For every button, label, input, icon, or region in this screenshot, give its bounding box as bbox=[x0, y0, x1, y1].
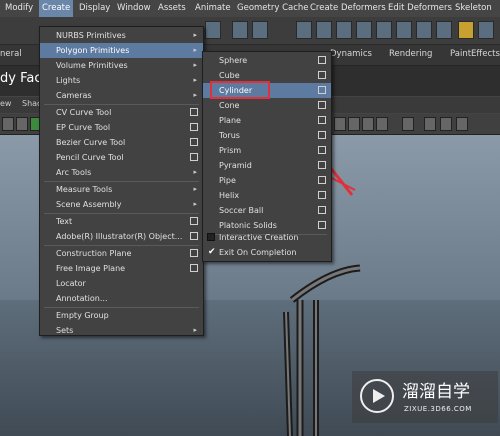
checkmark-icon[interactable]: ✔ bbox=[208, 245, 216, 260]
menu-item-bezier-curve-tool[interactable]: Bezier Curve Tool bbox=[40, 135, 203, 150]
menu-item-text[interactable]: Text bbox=[40, 214, 203, 229]
menu-item-plane[interactable]: Plane bbox=[203, 113, 331, 128]
menu-item-construction-plane[interactable]: Construction Plane bbox=[40, 246, 203, 261]
watermark: 溜溜自学 ZIXUE.3D66.COM bbox=[352, 371, 498, 423]
option-box-icon[interactable] bbox=[318, 86, 326, 94]
menu-item-torus[interactable]: Torus bbox=[203, 128, 331, 143]
menu-item-nurbs-primitives[interactable]: NURBS Primitives ▸ bbox=[40, 28, 203, 43]
option-box-icon[interactable] bbox=[190, 153, 198, 161]
option-box-icon[interactable] bbox=[318, 161, 326, 169]
menu-item-polygon-primitives[interactable]: Polygon Primitives ▸ bbox=[40, 43, 203, 58]
menu-item-scene-assembly[interactable]: Scene Assembly ▸ bbox=[40, 197, 203, 212]
menu-item-cameras[interactable]: Cameras ▸ bbox=[40, 88, 203, 103]
menu-item-pipe[interactable]: Pipe bbox=[203, 173, 331, 188]
option-box-icon[interactable] bbox=[190, 217, 198, 225]
menu-item-free-image-plane[interactable]: Free Image Plane bbox=[40, 261, 203, 276]
option-box-icon[interactable] bbox=[318, 221, 326, 229]
option-box-icon[interactable] bbox=[318, 131, 326, 139]
menu-item-cone[interactable]: Cone bbox=[203, 98, 331, 113]
option-box-icon[interactable] bbox=[318, 146, 326, 154]
menu-item-sets[interactable]: Sets ▸ bbox=[40, 323, 203, 338]
menu-item-ep-curve-tool[interactable]: EP Curve Tool bbox=[40, 120, 203, 135]
option-box-icon[interactable] bbox=[318, 101, 326, 109]
menu-item-soccer-ball[interactable]: Soccer Ball bbox=[203, 203, 331, 218]
option-box-icon[interactable] bbox=[190, 232, 198, 240]
watermark-url: ZIXUE.3D66.COM bbox=[404, 405, 472, 413]
option-box-icon[interactable] bbox=[190, 264, 198, 272]
menu-item-lights[interactable]: Lights ▸ bbox=[40, 73, 203, 88]
highlight-annotation-box bbox=[210, 81, 270, 99]
option-box-icon[interactable] bbox=[190, 138, 198, 146]
menu-item-helix[interactable]: Helix bbox=[203, 188, 331, 203]
option-box-icon[interactable] bbox=[318, 71, 326, 79]
option-box-icon[interactable] bbox=[190, 249, 198, 257]
checkbox-icon[interactable] bbox=[207, 233, 215, 241]
menu-item-annotation[interactable]: Annotation... bbox=[40, 291, 203, 306]
play-logo-icon bbox=[360, 379, 394, 413]
menu-item-pencil-curve-tool[interactable]: Pencil Curve Tool bbox=[40, 150, 203, 165]
option-box-icon[interactable] bbox=[318, 116, 326, 124]
menu-item-sphere[interactable]: Sphere bbox=[203, 53, 331, 68]
menu-item-locator[interactable]: Locator bbox=[40, 276, 203, 291]
create-menu: NURBS Primitives ▸ Polygon Primitives ▸ Vo… bbox=[39, 26, 204, 336]
option-box-icon[interactable] bbox=[318, 56, 326, 64]
option-box-icon[interactable] bbox=[318, 176, 326, 184]
menu-item-cv-curve-tool[interactable]: CV Curve Tool bbox=[40, 105, 203, 120]
option-box-icon[interactable] bbox=[318, 206, 326, 214]
option-box-icon[interactable] bbox=[190, 123, 198, 131]
menu-item-interactive-creation[interactable]: Interactive Creation bbox=[203, 230, 331, 245]
menu-item-arc-tools[interactable]: Arc Tools ▸ bbox=[40, 165, 203, 180]
menu-item-exit-on-completion[interactable]: ✔ Exit On Completion bbox=[203, 245, 331, 260]
menu-item-prism[interactable]: Prism bbox=[203, 143, 331, 158]
menu-item-empty-group[interactable]: Empty Group bbox=[40, 308, 203, 323]
option-box-icon[interactable] bbox=[190, 108, 198, 116]
menu-item-volume-primitives[interactable]: Volume Primitives ▸ bbox=[40, 58, 203, 73]
option-box-icon[interactable] bbox=[318, 191, 326, 199]
menu-item-measure-tools[interactable]: Measure Tools ▸ bbox=[40, 182, 203, 197]
watermark-title: 溜溜自学 bbox=[402, 382, 470, 402]
menu-item-pyramid[interactable]: Pyramid bbox=[203, 158, 331, 173]
menu-item-adobe-illustrator-object[interactable]: Adobe(R) Illustrator(R) Object... bbox=[40, 229, 203, 244]
